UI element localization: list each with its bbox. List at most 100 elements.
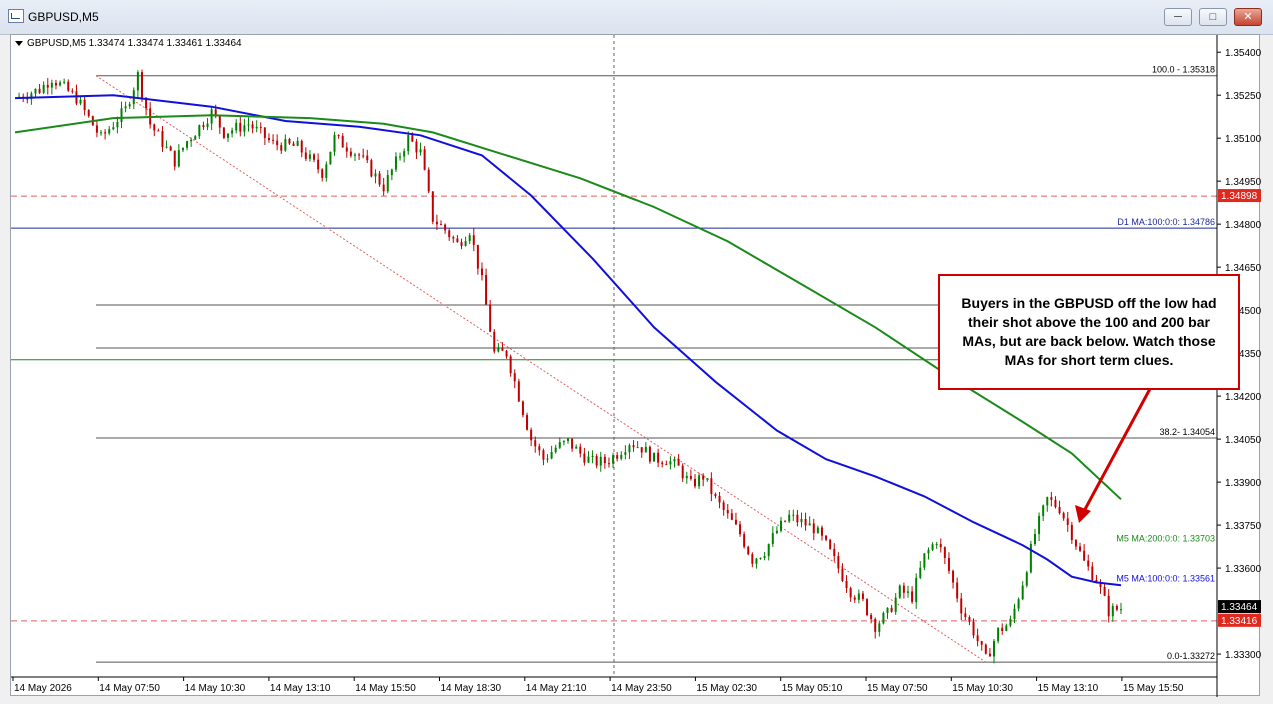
candle-body <box>784 520 787 522</box>
candle-body <box>595 456 598 466</box>
candle-body <box>247 124 250 126</box>
candle-body <box>190 139 193 142</box>
candle-body <box>317 159 320 170</box>
candle-body <box>825 535 828 540</box>
candle-body <box>341 135 344 148</box>
candle-body <box>800 518 803 523</box>
candle-body <box>894 597 897 612</box>
candle-body <box>952 570 955 583</box>
time-tick-label: 14 May 10:30 <box>185 683 246 694</box>
candle-body <box>513 373 516 382</box>
candle-body <box>1021 585 1024 600</box>
price-tick-label: 1.34050 <box>1225 435 1261 446</box>
candle-body <box>677 459 680 466</box>
candle-body <box>337 135 340 137</box>
candle-body <box>394 156 397 170</box>
candle-body <box>489 304 492 332</box>
candle-body <box>685 475 688 479</box>
candle-body <box>706 478 709 480</box>
close-button[interactable]: ✕ <box>1234 8 1262 26</box>
candle-body <box>444 224 447 231</box>
commentary-callout: Buyers in the GBPUSD off the low had the… <box>938 274 1240 390</box>
candle-body <box>870 614 873 620</box>
candle-body <box>546 458 549 460</box>
candle-body <box>567 438 569 441</box>
candle-body <box>612 455 615 464</box>
time-tick-label: 14 May 07:50 <box>99 683 160 694</box>
candle-body <box>435 221 438 225</box>
candle-body <box>792 514 795 516</box>
candle-body <box>1107 595 1110 617</box>
candle-body <box>235 122 238 131</box>
price-tick-label: 1.33900 <box>1225 478 1261 489</box>
candle-body <box>599 456 602 466</box>
candle-body <box>1111 605 1114 617</box>
candle-body <box>456 238 459 243</box>
candle-body <box>1074 540 1077 547</box>
candle-body <box>292 143 295 146</box>
candle-body <box>661 462 664 465</box>
symbol-menu-triangle <box>15 41 23 46</box>
candle-body <box>898 585 901 598</box>
candle-body <box>353 154 356 156</box>
candle-body <box>100 132 103 134</box>
candle-body <box>861 593 864 600</box>
price-badge-label: 1.34898 <box>1221 191 1258 202</box>
minimize-button[interactable]: ─ <box>1164 8 1192 26</box>
candle-body <box>501 347 504 351</box>
candle-body <box>767 544 770 557</box>
candle-body <box>112 127 115 130</box>
time-tick-label: 15 May 05:10 <box>782 683 843 694</box>
candle-body <box>906 591 909 593</box>
candle-body <box>1079 546 1082 551</box>
candle-body <box>263 127 266 138</box>
ma100-label: M5 MA:100:0:0: 1.33561 <box>1116 574 1215 584</box>
candle-body <box>923 553 926 568</box>
candle-body <box>788 514 791 522</box>
candle-body <box>161 131 164 147</box>
candle-body <box>1042 505 1045 516</box>
price-tick-label: 1.33750 <box>1225 521 1261 532</box>
candle-body <box>890 607 893 612</box>
candle-body <box>1038 515 1041 535</box>
candle-body <box>415 141 418 153</box>
candle-body <box>1009 619 1012 626</box>
candle-body <box>1046 497 1049 506</box>
price-tick-label: 1.34950 <box>1225 177 1261 188</box>
candle-body <box>943 547 946 558</box>
candle-body <box>726 509 729 514</box>
candle-body <box>628 445 631 453</box>
candle-body <box>796 514 799 523</box>
candle-body <box>476 244 479 269</box>
candle-body <box>116 122 119 128</box>
candle-body <box>866 599 869 615</box>
candle-body <box>108 129 111 134</box>
ma200-label: M5 MA:200:0:0: 1.33703 <box>1116 533 1215 543</box>
candle-body <box>34 88 37 94</box>
maximize-button[interactable]: □ <box>1199 8 1227 26</box>
candle-body <box>1001 627 1004 631</box>
chart-area[interactable]: 1.35400 1.35250 1.35100 1.34950 1.34800 1.346… <box>10 34 1261 697</box>
candle-body <box>1070 524 1073 541</box>
candle-body <box>829 539 832 549</box>
candle-body <box>411 135 414 142</box>
candle-body <box>153 124 156 131</box>
candle-body <box>968 617 971 622</box>
candle-body <box>620 454 623 459</box>
candle-body <box>1062 513 1065 519</box>
price-tick-label: 1.34650 <box>1225 263 1261 274</box>
price-tick-label: 1.35100 <box>1225 134 1261 145</box>
candle-body <box>136 72 139 91</box>
candle-body <box>83 99 86 111</box>
candle-body <box>902 585 905 593</box>
candle-body <box>399 156 402 158</box>
candle-body <box>407 135 410 152</box>
candle-body <box>349 151 352 156</box>
candle-body <box>911 591 914 602</box>
candle-body <box>739 524 742 535</box>
candle-body <box>681 465 684 479</box>
candle-body <box>833 548 836 556</box>
candle-body <box>841 568 844 581</box>
candle-body <box>1029 543 1032 573</box>
candle-body <box>280 145 283 151</box>
